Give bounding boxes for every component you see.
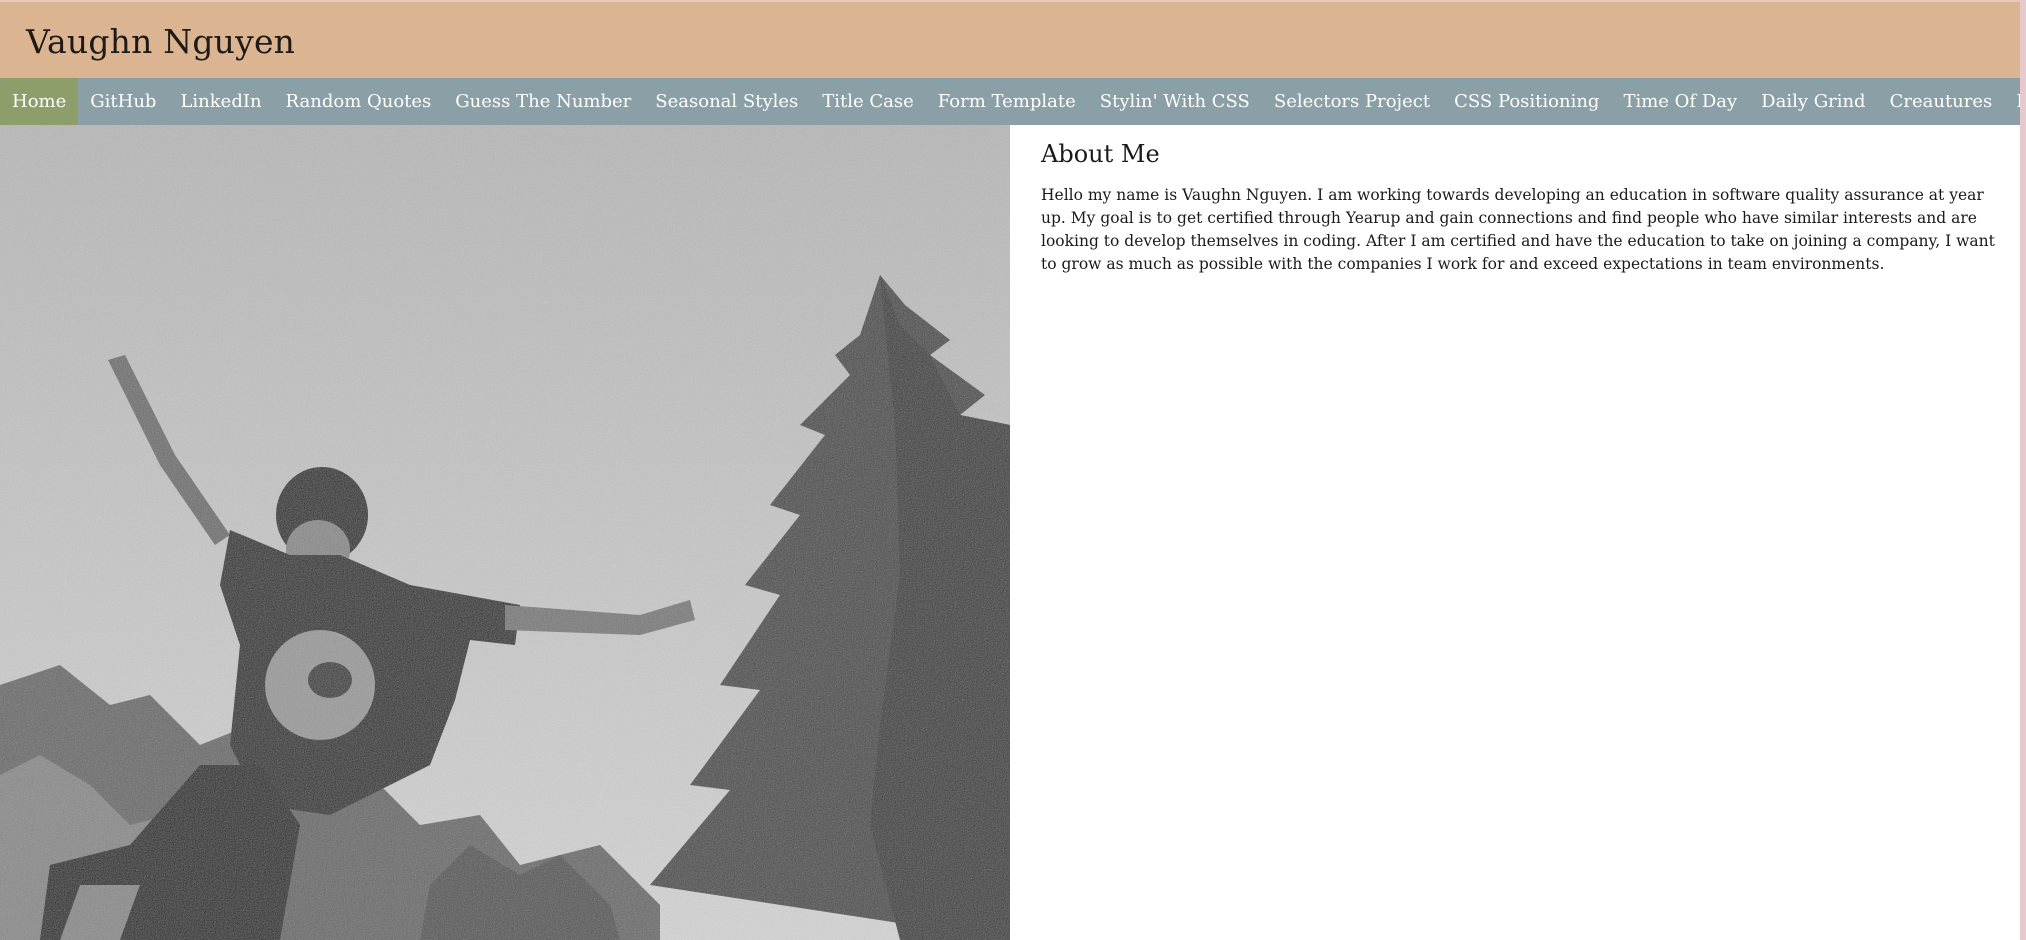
nav-item-home[interactable]: Home (0, 78, 79, 125)
nav-item-stylin-with-css[interactable]: Stylin' With CSS (1088, 78, 1262, 125)
nav-item-time-of-day[interactable]: Time Of Day (1611, 78, 1749, 125)
nav-item-form-template[interactable]: Form Template (926, 78, 1088, 125)
main-nav: Home GitHub LinkedIn Random Quotes Guess… (0, 78, 2020, 125)
page: Vaughn Nguyen Home GitHub LinkedIn Rando… (0, 0, 2020, 940)
nav-item-daily-grind[interactable]: Daily Grind (1749, 78, 1877, 125)
window-edge (2020, 0, 2026, 940)
nav-item-selectors-project[interactable]: Selectors Project (1262, 78, 1442, 125)
nav-item-github[interactable]: GitHub (78, 78, 168, 125)
site-header: Vaughn Nguyen (0, 2, 2020, 78)
about-heading: About Me (1041, 140, 1160, 168)
nav-item-creautures[interactable]: Creautures (1878, 78, 2005, 125)
about-section: About Me Hello my name is Vaughn Nguyen.… (1041, 140, 2001, 276)
nav-item-guess-the-number[interactable]: Guess The Number (443, 78, 643, 125)
nav-item-css-positioning[interactable]: CSS Positioning (1442, 78, 1611, 125)
nav-item-linkedin[interactable]: LinkedIn (168, 78, 273, 125)
nav-item-random-quotes[interactable]: Random Quotes (274, 78, 444, 125)
nav-item-dom-play[interactable]: Dom Play (2004, 78, 2020, 125)
nav-item-title-case[interactable]: Title Case (810, 78, 926, 125)
site-title: Vaughn Nguyen (26, 22, 296, 61)
about-body: Hello my name is Vaughn Nguyen. I am wor… (1041, 186, 1995, 273)
nav-item-seasonal-styles[interactable]: Seasonal Styles (643, 78, 810, 125)
profile-photo (0, 125, 1010, 940)
